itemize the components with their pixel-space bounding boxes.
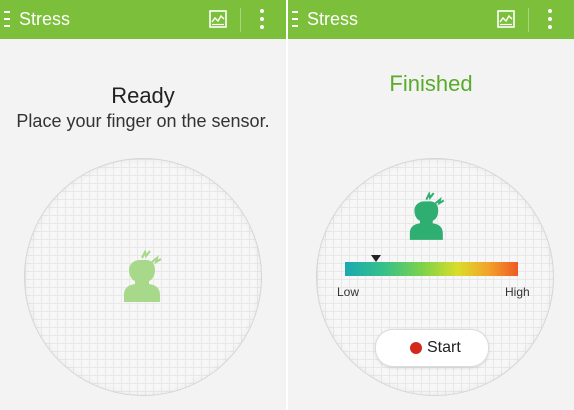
- status-finished: Finished: [389, 71, 473, 96]
- more-vertical-icon[interactable]: [546, 9, 554, 31]
- start-button[interactable]: Start: [375, 329, 489, 367]
- scale-low-label: Low: [337, 285, 360, 299]
- start-button-label: Start: [427, 339, 461, 356]
- more-vertical-icon[interactable]: [258, 9, 266, 31]
- history-chart-icon[interactable]: [497, 10, 515, 28]
- screen-ready: Stress Ready Place your finger on the se…: [0, 0, 286, 410]
- scale-high-label: High: [505, 285, 530, 299]
- menu-icon[interactable]: [292, 11, 298, 27]
- stress-level-marker: [371, 255, 382, 262]
- stressed-person-icon: [124, 250, 162, 302]
- instruction-text: Place your finger on the sensor.: [16, 111, 270, 131]
- screen-finished: Stress Finished Low High Start: [288, 0, 574, 410]
- stress-level-scale: [345, 262, 518, 276]
- menu-icon[interactable]: [4, 11, 10, 27]
- app-bar: Stress: [288, 0, 574, 39]
- record-dot-icon: [410, 342, 422, 354]
- history-chart-icon[interactable]: [209, 10, 227, 28]
- divider: [240, 8, 241, 32]
- app-title: Stress: [19, 9, 71, 29]
- divider: [528, 8, 529, 32]
- app-bar: Stress: [0, 0, 286, 39]
- status-ready: Ready: [111, 83, 175, 108]
- stressed-person-icon: [409, 192, 445, 240]
- screens: Stress Ready Place your finger on the se…: [0, 0, 574, 410]
- app-title: Stress: [307, 9, 359, 29]
